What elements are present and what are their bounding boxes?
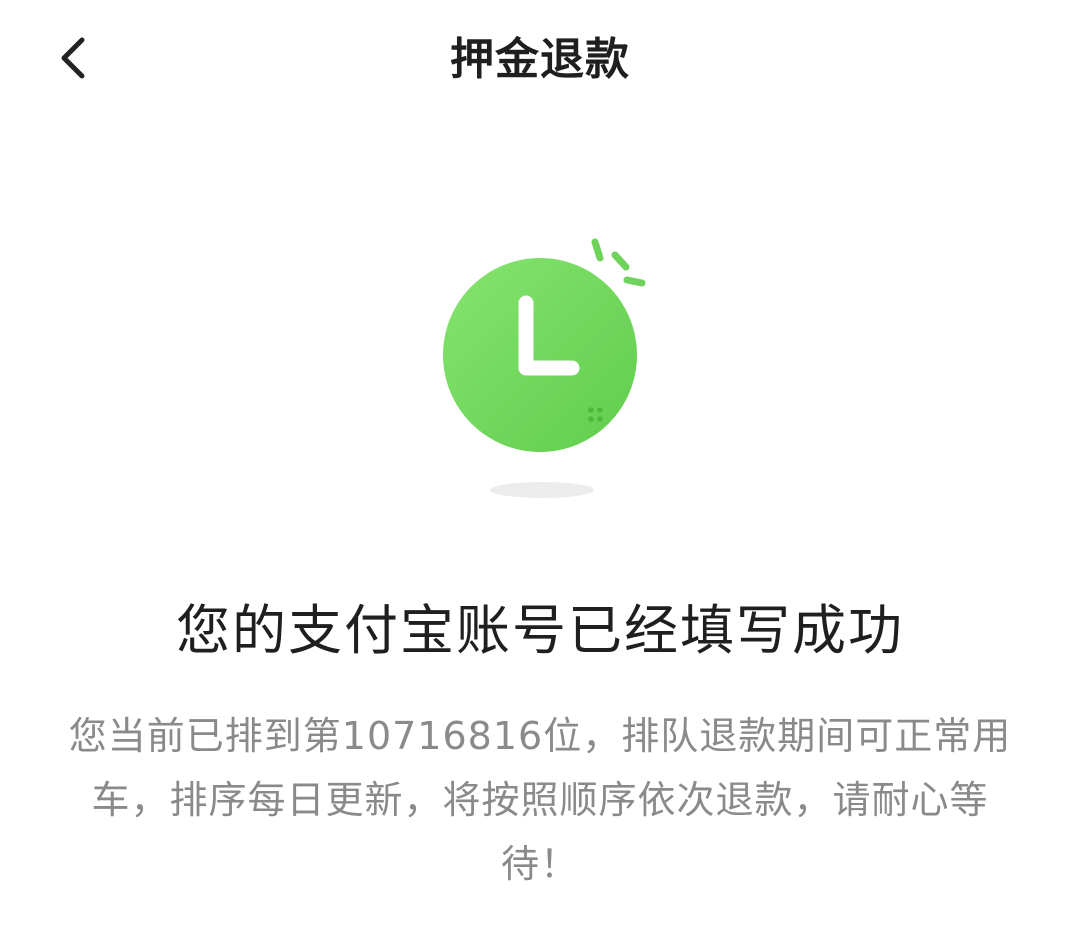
clock-icon: [420, 225, 670, 515]
refund-page: 押金退款 您的支付宝账号已经填写成功 您当前已排到第10716816位，排队退款…: [0, 0, 1080, 942]
page-title: 押金退款: [450, 34, 630, 85]
status-description: 您当前已排到第10716816位，排队退款期间可正常用车，排序每日更新，将按照顺…: [68, 714, 1012, 886]
clock-illustration: [420, 225, 670, 515]
navigation-bar: 押金退款: [0, 0, 1080, 120]
status-title: 您的支付宝账号已经填写成功: [176, 599, 904, 662]
